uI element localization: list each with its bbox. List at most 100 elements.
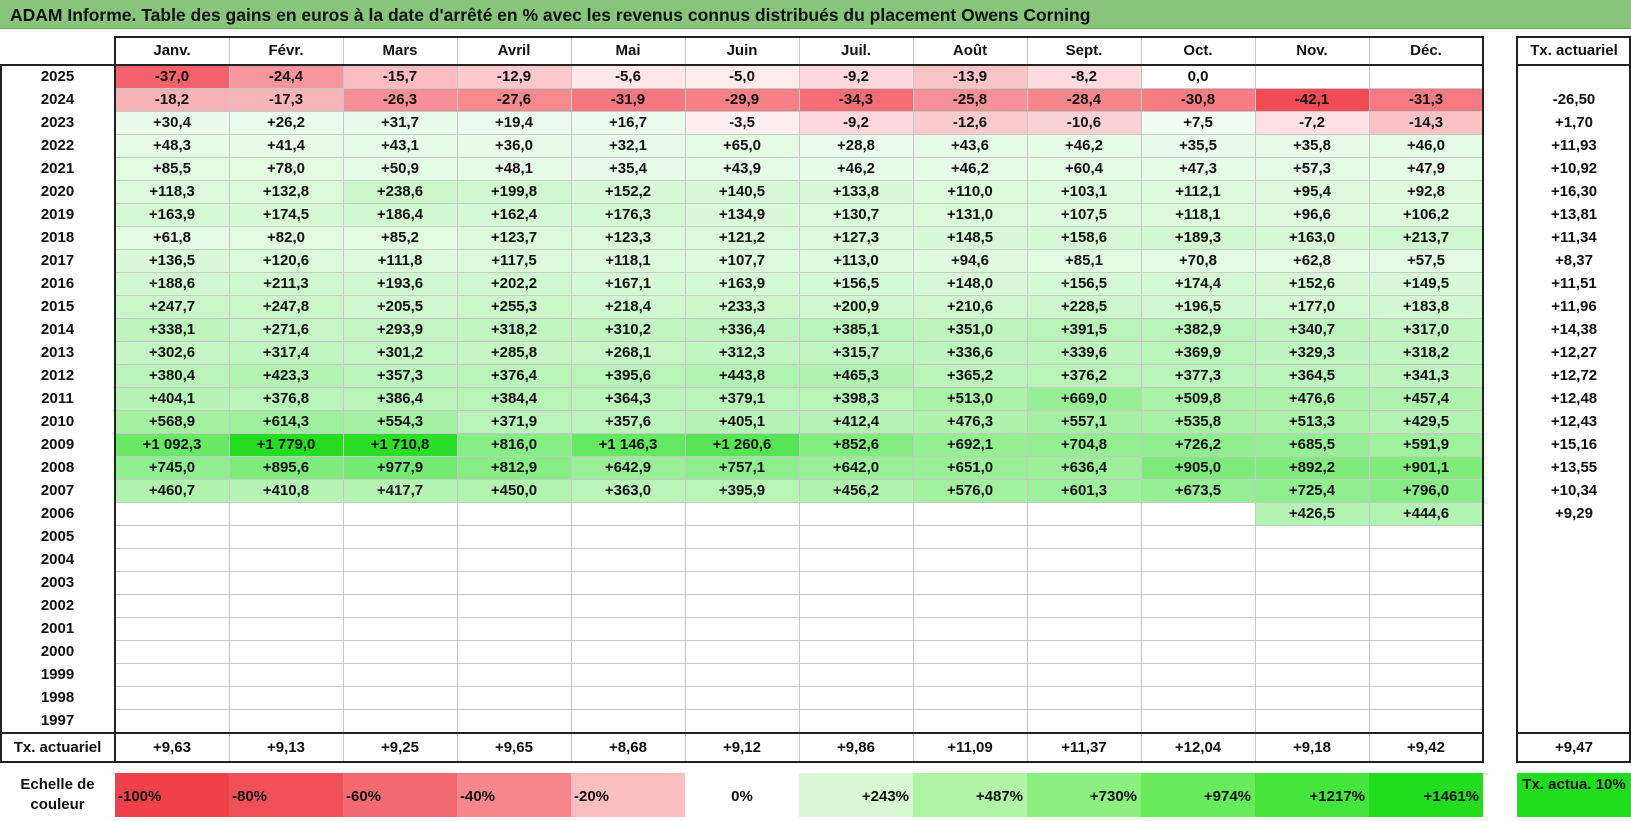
heatmap-cell [1027,640,1141,663]
heatmap-cell [115,502,229,525]
heatmap-cell: +476,6 [1255,387,1369,410]
heatmap-cell: -18,2 [115,88,229,111]
heatmap-cell: +268,1 [571,341,685,364]
heatmap-cell: +704,8 [1027,433,1141,456]
heatmap-cell [115,640,229,663]
heatmap-cell [115,525,229,548]
heatmap-cell: +379,1 [685,387,799,410]
heatmap-cell: +94,6 [913,249,1027,272]
grid-line [799,36,800,732]
heatmap-cell: +376,2 [1027,364,1141,387]
heatmap-cell [1027,709,1141,732]
heatmap-cell [571,617,685,640]
grid-line [0,734,2,763]
heatmap-cell [343,548,457,571]
heatmap-cell: +112,1 [1141,180,1255,203]
heatmap-cell [1141,502,1255,525]
heatmap-cell: -12,6 [913,111,1027,134]
heatmap-cell [1369,709,1483,732]
grid-line [571,36,572,732]
heatmap-cell [343,640,457,663]
footer-cell: +9,65 [495,739,533,756]
heatmap-cell: -17,3 [229,88,343,111]
heatmap-cell: +186,4 [343,203,457,226]
heatmap-cell [115,663,229,686]
rate-cell: -26,50 [1552,91,1596,108]
heatmap-cell: +60,4 [1027,157,1141,180]
heatmap-cell: +156,5 [1027,272,1141,295]
heatmap-cell: +568,9 [115,410,229,433]
heatmap-cell: +318,2 [457,318,571,341]
column-header: Août [952,42,988,59]
heatmap-cell: -24,4 [229,65,343,88]
year-label: 2022 [40,137,75,154]
heatmap-cell: +156,5 [799,272,913,295]
heatmap-cell: +205,5 [343,295,457,318]
heatmap-cell: +48,1 [457,157,571,180]
year-label: 2015 [40,298,75,315]
column-header: Mars [382,42,418,59]
heatmap-cell: +312,3 [685,341,799,364]
heatmap-cell: +642,0 [799,456,913,479]
heatmap-cell [1027,617,1141,640]
heatmap-cell: +554,3 [343,410,457,433]
heatmap-cell: +1 146,3 [571,433,685,456]
heatmap-cell: +901,1 [1369,456,1483,479]
heatmap-cell: +1 092,3 [115,433,229,456]
heatmap-cell: +796,0 [1369,479,1483,502]
heatmap-cell: -27,6 [457,88,571,111]
heatmap-cell [229,571,343,594]
footer-cell: +12,04 [1174,739,1222,756]
heatmap-cell: +351,0 [913,318,1027,341]
heatmap-cell: +385,1 [799,318,913,341]
heatmap-cell [1027,525,1141,548]
heatmap-cell: +31,7 [343,111,457,134]
heatmap-cell [457,709,571,732]
heatmap-cell [799,709,913,732]
rate-cell [1517,686,1631,709]
heatmap-cell: +189,3 [1141,226,1255,249]
heatmap-cell: +318,2 [1369,341,1483,364]
heatmap-cell [343,502,457,525]
scale-swatch: +1217% [1255,773,1369,817]
heatmap-cell: -29,9 [685,88,799,111]
grid-line [913,734,914,761]
heatmap-cell: -28,4 [1027,88,1141,111]
year-label: 2008 [40,459,75,476]
grid-line [1369,36,1370,732]
heatmap-cell: +50,9 [343,157,457,180]
heatmap-cell: +123,7 [457,226,571,249]
heatmap-cell: +457,4 [1369,387,1483,410]
year-label: 2014 [40,321,75,338]
heatmap-cell: +35,5 [1141,134,1255,157]
heatmap-cell [1141,571,1255,594]
heatmap-cell: -7,2 [1255,111,1369,134]
heatmap-cell: -3,5 [685,111,799,134]
heatmap-cell: +41,4 [229,134,343,157]
heatmap-cell: +26,2 [229,111,343,134]
heatmap-cell: +692,1 [913,433,1027,456]
heatmap-cell: +152,2 [571,180,685,203]
heatmap-cell: +127,3 [799,226,913,249]
heatmap-cell [913,686,1027,709]
heatmap-cell [115,571,229,594]
rate-cell: +11,34 [1551,229,1597,246]
column-header: Févr. [268,42,304,59]
heatmap-cell: +174,5 [229,203,343,226]
grid-line [1255,36,1256,732]
scale-swatch: +1461% [1369,773,1483,817]
heatmap-cell: +371,9 [457,410,571,433]
heatmap-cell: +163,9 [115,203,229,226]
heatmap-cell [457,594,571,617]
heatmap-cell [685,663,799,686]
year-label: 2017 [40,252,75,269]
heatmap-cell: +357,6 [571,410,685,433]
rate-cell: +10,34 [1550,482,1598,499]
rate-cell: +15,16 [1550,436,1598,453]
heatmap-cell [229,594,343,617]
scale-swatch: -100% [115,773,229,817]
heatmap-cell [913,548,1027,571]
heatmap-cell [571,594,685,617]
heatmap-cell: -5,0 [685,65,799,88]
heatmap-cell [343,709,457,732]
